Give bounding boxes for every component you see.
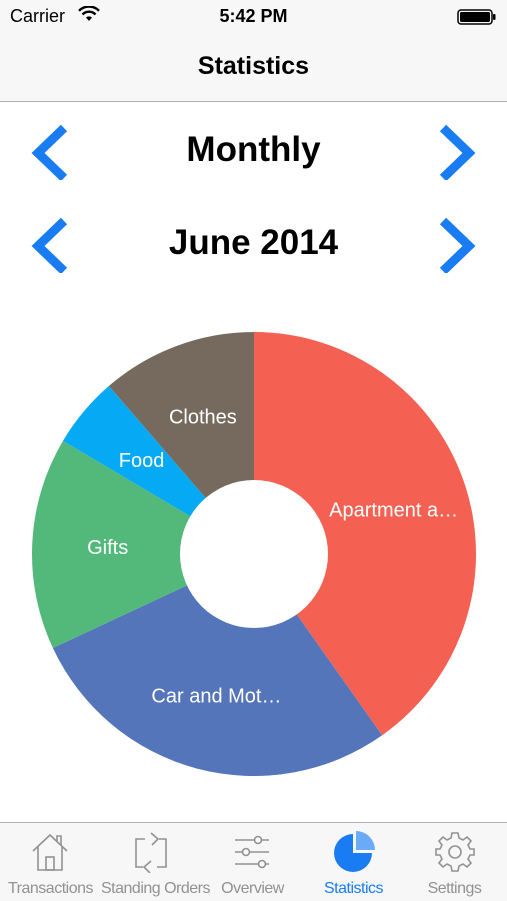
tab-transactions[interactable]: Transactions bbox=[0, 823, 101, 901]
slice-label: Car and Mot… bbox=[151, 686, 281, 708]
period-selector: Monthly bbox=[0, 116, 507, 186]
period-label: Monthly bbox=[186, 130, 321, 169]
tab-overview[interactable]: Overview bbox=[202, 823, 303, 901]
slice-label: Apartment a… bbox=[329, 500, 458, 522]
clock: 5:42 PM bbox=[219, 6, 288, 26]
tab-label: Overview bbox=[221, 880, 284, 897]
date-selector: June 2014 bbox=[0, 209, 507, 279]
tab-label: Standing Orders bbox=[101, 880, 211, 897]
statistics-chart: Apartment a… Car and Mot… Gifts Food Clothes bbox=[0, 300, 507, 820]
page-title: Statistics bbox=[197, 52, 310, 80]
gear-icon bbox=[435, 832, 475, 872]
chevron-right-icon bbox=[439, 217, 476, 275]
pie-chart-icon bbox=[334, 831, 375, 872]
chevron-left-icon bbox=[31, 124, 68, 182]
slice-label: Food bbox=[119, 450, 165, 472]
tab-statistics[interactable]: Statistics bbox=[303, 823, 404, 901]
next-period-button[interactable] bbox=[430, 122, 486, 182]
donut-hole bbox=[180, 480, 328, 628]
slice-label: Gifts bbox=[87, 537, 128, 559]
donut-chart: Apartment a… Car and Mot… Gifts FoodClothes bbox=[31, 332, 476, 777]
previous-period-button[interactable] bbox=[26, 122, 82, 182]
navigation-bar: Statistics bbox=[0, 34, 507, 102]
date-label: June 2014 bbox=[168, 223, 339, 262]
sliders-icon bbox=[235, 835, 269, 869]
tab-standing-orders[interactable]: Standing Orders bbox=[101, 823, 211, 901]
repeat-icon bbox=[135, 832, 167, 873]
chevron-right-icon bbox=[439, 124, 476, 182]
tab-label: Transactions bbox=[8, 880, 94, 897]
tab-settings[interactable]: Settings bbox=[404, 823, 505, 901]
previous-month-button[interactable] bbox=[26, 215, 82, 275]
battery-icon bbox=[457, 9, 497, 30]
status-bar: Carrier 5:42 PM bbox=[0, 0, 507, 34]
chevron-left-icon bbox=[31, 217, 68, 275]
tab-label: Statistics bbox=[323, 880, 384, 897]
slice-label: Clothes bbox=[169, 407, 237, 429]
next-month-button[interactable] bbox=[430, 215, 486, 275]
house-icon bbox=[32, 833, 68, 871]
tab-label: Settings bbox=[427, 880, 482, 897]
tab-bar: Transactions Standing Orders Overview St… bbox=[0, 822, 507, 901]
